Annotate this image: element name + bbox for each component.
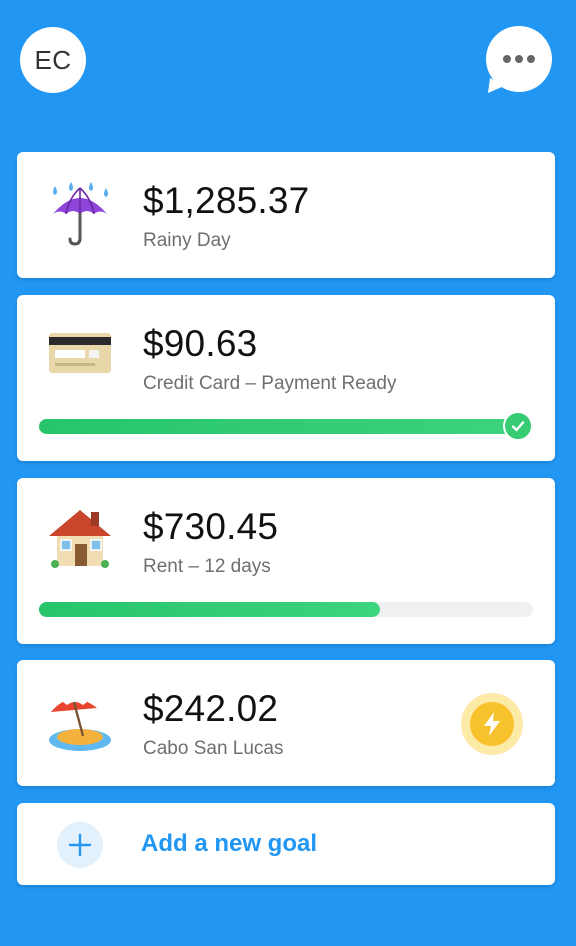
avatar[interactable]: EC xyxy=(20,27,86,93)
goal-card-rent[interactable]: $730.45 Rent – 12 days xyxy=(17,478,555,644)
goal-label: Cabo San Lucas xyxy=(143,738,284,759)
checkmark-icon xyxy=(503,411,533,441)
goal-card-rainy-day[interactable]: $1,285.37 Rainy Day xyxy=(17,152,555,278)
goal-amount: $1,285.37 xyxy=(143,180,310,221)
goal-progress-bar xyxy=(39,602,533,617)
goal-amount: $242.02 xyxy=(143,688,279,729)
goal-progress-fill xyxy=(39,602,380,617)
plus-icon xyxy=(57,822,103,868)
avatar-initials: EC xyxy=(34,44,72,75)
chat-more-button[interactable] xyxy=(486,26,552,93)
add-goal-button[interactable]: Add a new goal xyxy=(17,803,555,885)
goal-amount: $90.63 xyxy=(143,323,258,364)
goal-card-credit-card[interactable]: $90.63 Credit Card – Payment Ready xyxy=(17,295,555,461)
goal-label: Rainy Day xyxy=(143,230,231,251)
umbrella-rain-icon xyxy=(53,182,108,246)
goal-label: Rent – 12 days xyxy=(143,556,271,577)
beach-island-icon xyxy=(49,698,111,751)
boost-button[interactable] xyxy=(461,693,523,755)
house-icon xyxy=(49,510,111,568)
goal-progress-bar xyxy=(39,419,533,434)
goal-label: Credit Card – Payment Ready xyxy=(143,373,397,394)
add-goal-label: Add a new goal xyxy=(141,830,318,857)
header: EC xyxy=(0,0,576,130)
chat-more-icon xyxy=(486,26,552,93)
goal-progress-fill xyxy=(39,419,533,434)
lightning-bolt-icon xyxy=(470,702,514,746)
goal-amount: $730.45 xyxy=(143,506,279,547)
goal-card-cabo-san-lucas[interactable]: $242.02 Cabo San Lucas xyxy=(17,660,555,786)
credit-card-icon xyxy=(49,333,111,373)
